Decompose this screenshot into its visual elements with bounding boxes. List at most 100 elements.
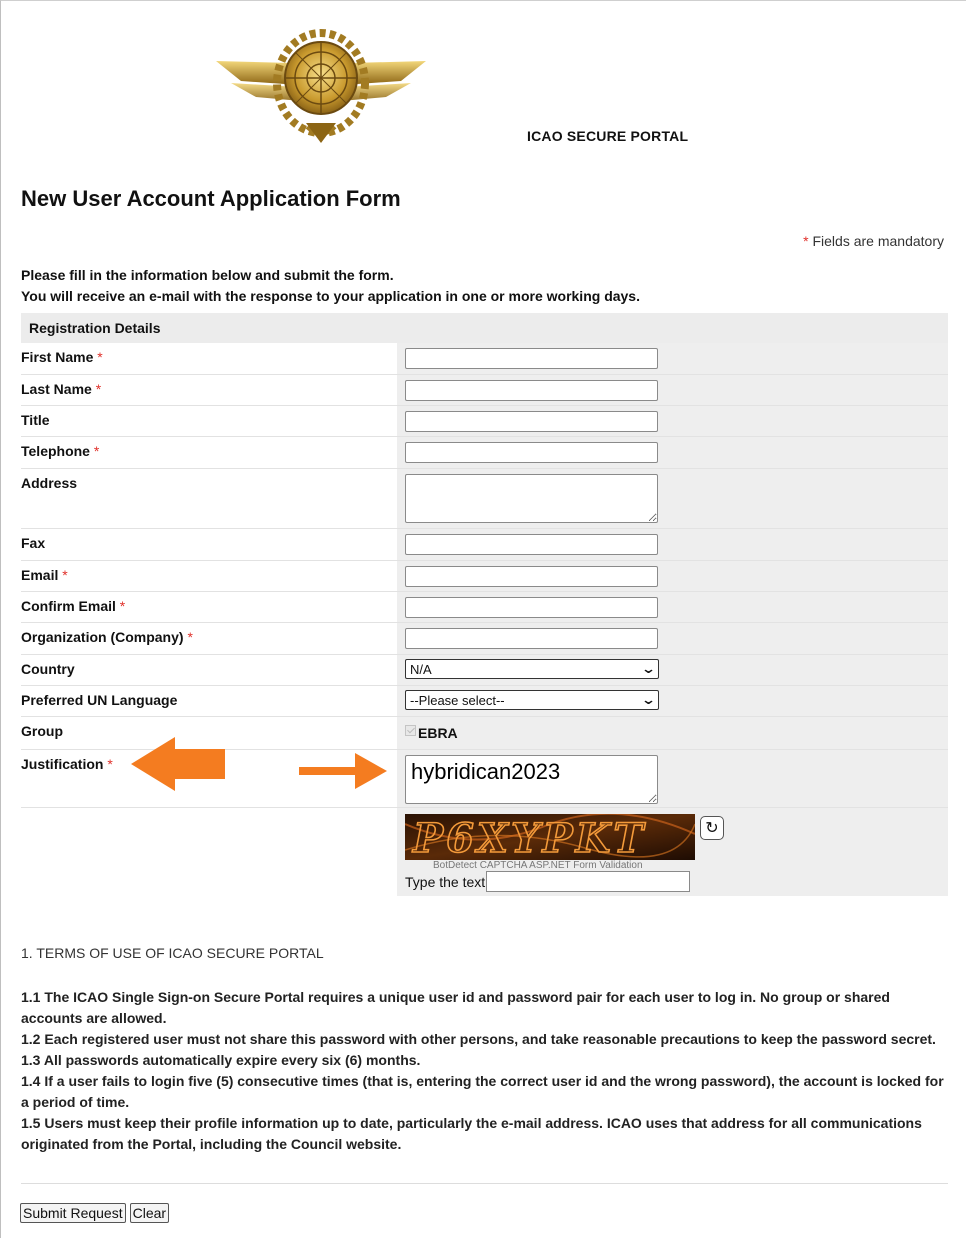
confirm-email-cell [397, 592, 948, 622]
required-star: * [95, 381, 102, 397]
country-label: Country [21, 655, 397, 685]
terms-title: 1. TERMS OF USE OF ICAO SECURE PORTAL [21, 945, 324, 961]
email-input[interactable] [405, 566, 658, 587]
mandatory-note-text: Fields are mandatory [808, 233, 944, 249]
group-option-label: EBRA [418, 725, 458, 741]
country-cell: N/A ⌄ [397, 655, 948, 685]
terms-text: 1.1 The ICAO Single Sign-on Secure Porta… [21, 987, 946, 1155]
justification-label-text: Justification [21, 756, 104, 772]
group-checkbox[interactable] [405, 724, 416, 736]
first-name-cell [397, 343, 948, 374]
group-cell: EBRA [397, 717, 948, 749]
confirm-email-input[interactable] [405, 597, 658, 618]
form-actions: Submit Request Clear [20, 1203, 170, 1223]
email-label-text: Email [21, 567, 59, 583]
first-name-label-text: First Name [21, 349, 94, 365]
last-name-label-text: Last Name [21, 381, 92, 397]
last-name-label: Last Name * [21, 375, 397, 405]
row-first-name: First Name * [21, 343, 948, 375]
email-cell [397, 561, 948, 591]
row-language: Preferred UN Language --Please select-- … [21, 686, 948, 717]
organization-label-text: Organization (Company) [21, 629, 184, 645]
telephone-input[interactable] [405, 442, 658, 463]
language-selected-value: --Please select-- [410, 692, 505, 708]
required-star: * [187, 629, 193, 645]
country-selected-value: N/A [410, 661, 432, 677]
row-email: Email * [21, 561, 948, 592]
intro-text: Please fill in the information below and… [21, 265, 640, 307]
intro-line-2: You will receive an e-mail with the resp… [21, 288, 640, 304]
row-confirm-email: Confirm Email * [21, 592, 948, 623]
address-label-text: Address [21, 475, 78, 491]
clear-button[interactable]: Clear [129, 1203, 170, 1223]
fax-label: Fax [21, 529, 397, 560]
country-select[interactable]: N/A ⌄ [405, 659, 659, 679]
row-country: Country N/A ⌄ [21, 655, 948, 686]
title-label-text: Title [21, 412, 50, 428]
organization-cell [397, 623, 948, 654]
title-label: Title [21, 406, 397, 436]
row-address: Address [21, 469, 948, 529]
organization-label: Organization (Company) * [21, 623, 397, 654]
justification-cell: hybridican2023 [397, 750, 948, 807]
required-star: * [93, 443, 100, 459]
required-star: * [62, 567, 68, 583]
divider [21, 1183, 948, 1184]
terms-item: 1.2 Each registered user must not share … [21, 1031, 936, 1047]
terms-item: 1.1 The ICAO Single Sign-on Secure Porta… [21, 989, 890, 1026]
title-cell [397, 406, 948, 436]
captcha-image: P6XYPKT [405, 814, 695, 860]
telephone-cell [397, 437, 948, 468]
application-page: ICAO SECURE PORTAL New User Account Appl… [0, 0, 966, 1238]
fax-cell [397, 529, 948, 560]
captcha-type-label: Type the text [405, 873, 486, 890]
telephone-label-text: Telephone [21, 443, 90, 459]
row-captcha: P6XYPKT ↻ BotDetect CAPTCHA ASP.NET Form… [21, 808, 948, 896]
fax-input[interactable] [405, 534, 658, 555]
first-name-input[interactable] [405, 348, 658, 369]
submit-request-button[interactable]: Submit Request [20, 1203, 126, 1223]
annotation-arrow-left-icon [131, 737, 225, 791]
portal-title: ICAO SECURE PORTAL [527, 128, 689, 144]
group-label-text: Group [21, 723, 63, 739]
row-title: Title [21, 406, 948, 437]
section-header: Registration Details [21, 313, 948, 343]
terms-item: 1.4 If a user fails to login five (5) co… [21, 1073, 944, 1110]
captcha-caption: BotDetect CAPTCHA ASP.NET Form Validatio… [433, 860, 643, 871]
chevron-down-icon: ⌄ [640, 692, 657, 707]
group-option: EBRA [405, 724, 948, 741]
captcha-label-cell [21, 808, 397, 896]
intro-line-1: Please fill in the information below and… [21, 267, 394, 283]
required-star: * [107, 756, 113, 772]
justification-textarea[interactable]: hybridican2023 [405, 755, 658, 804]
row-organization: Organization (Company) * [21, 623, 948, 655]
captcha-cell: P6XYPKT ↻ BotDetect CAPTCHA ASP.NET Form… [397, 808, 948, 896]
row-telephone: Telephone * [21, 437, 948, 469]
required-star: * [119, 598, 126, 614]
language-select[interactable]: --Please select-- ⌄ [405, 690, 659, 710]
confirm-email-label-text: Confirm Email [21, 598, 116, 614]
page-title: New User Account Application Form [21, 186, 401, 211]
icao-emblem-icon [211, 23, 431, 148]
confirm-email-label: Confirm Email * [21, 592, 397, 622]
chevron-down-icon: ⌄ [640, 661, 657, 676]
row-last-name: Last Name * [21, 375, 948, 406]
required-star: * [97, 349, 103, 365]
telephone-label: Telephone * [21, 437, 397, 468]
last-name-input[interactable] [405, 380, 658, 401]
address-textarea[interactable] [405, 474, 658, 523]
organization-input[interactable] [405, 628, 658, 649]
reload-icon[interactable]: ↻ [700, 816, 724, 840]
title-input[interactable] [405, 411, 658, 432]
registration-details-table: Registration Details First Name * Last N… [21, 313, 948, 896]
country-label-text: Country [21, 661, 75, 677]
captcha-input-row: Type the text [405, 871, 948, 892]
first-name-label: First Name * [21, 343, 397, 374]
annotation-arrow-right-icon [299, 753, 387, 789]
captcha-input[interactable] [486, 871, 691, 892]
row-fax: Fax [21, 529, 948, 561]
last-name-cell [397, 375, 948, 405]
email-label: Email * [21, 561, 397, 591]
language-label: Preferred UN Language [21, 686, 397, 716]
fax-label-text: Fax [21, 535, 46, 551]
